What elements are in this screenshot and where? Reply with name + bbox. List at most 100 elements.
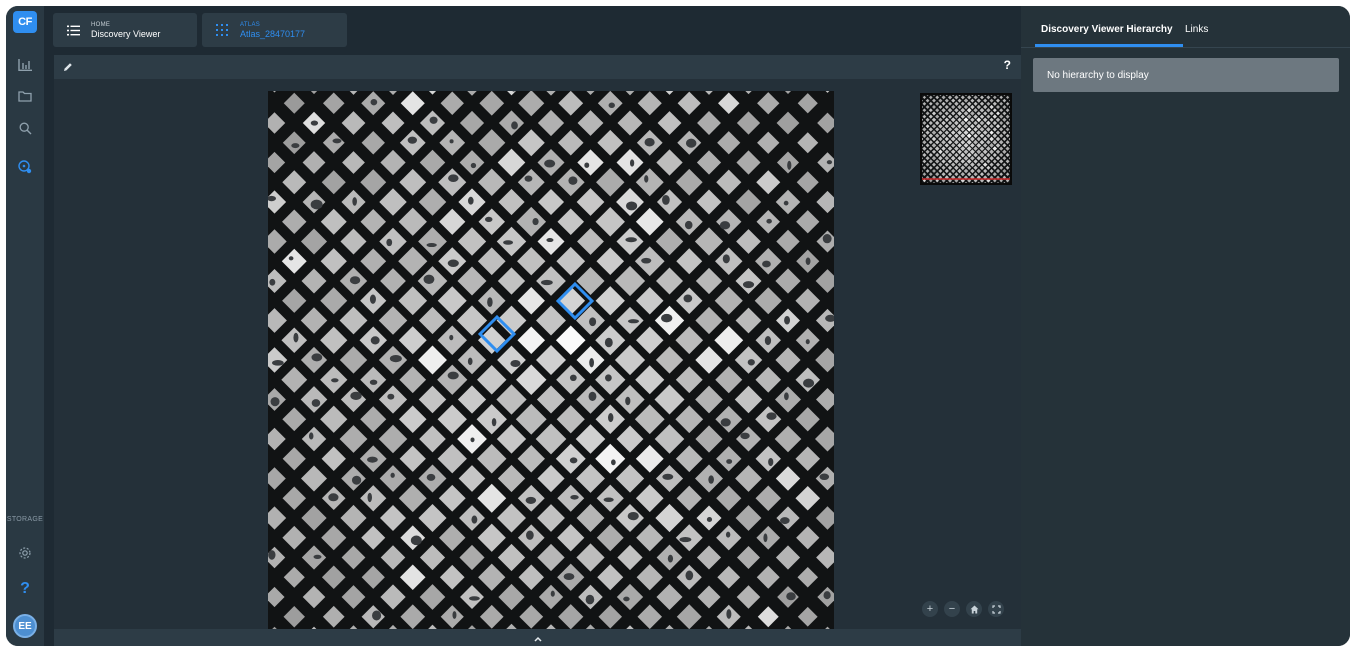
- grid-spot: [605, 374, 612, 382]
- grid-spot: [370, 98, 378, 106]
- grid-spot: [603, 497, 614, 502]
- grid-spot: [719, 221, 731, 230]
- zoom-in-button[interactable]: +: [922, 601, 938, 617]
- grid-spot: [268, 550, 276, 560]
- grid-spot: [426, 473, 436, 481]
- grid-spot: [503, 240, 514, 245]
- grid-spot: [532, 217, 539, 226]
- grid-spot: [511, 121, 518, 130]
- grid-spot: [823, 591, 831, 600]
- grid-spot: [629, 159, 635, 167]
- grid-spot: [726, 459, 733, 464]
- grid-spot: [350, 391, 362, 401]
- grid-spot: [627, 319, 640, 324]
- grid-spot: [491, 418, 497, 427]
- grid-spot: [468, 196, 474, 205]
- grid-spot: [766, 412, 777, 420]
- grid-spot: [570, 494, 579, 500]
- grid-spot: [684, 220, 693, 230]
- tab-atlas[interactable]: ATLAS Atlas_28470177: [202, 13, 347, 47]
- grid-spot: [387, 393, 395, 400]
- grid-spot: [331, 378, 339, 383]
- folder-icon[interactable]: [15, 86, 35, 106]
- grid-spot: [349, 276, 361, 285]
- chevron-up-icon[interactable]: [533, 629, 542, 647]
- grid-spot: [720, 418, 731, 427]
- search-icon[interactable]: [15, 118, 35, 138]
- avatar[interactable]: EE: [13, 614, 37, 638]
- app-logo[interactable]: CF: [13, 11, 37, 33]
- storage-label: STORAGE: [6, 516, 44, 523]
- grid-spot: [661, 313, 673, 323]
- grid-spot: [740, 432, 750, 440]
- grid-spot: [448, 174, 459, 182]
- right-panel: Discovery Viewer Hierarchy Links No hier…: [1021, 6, 1350, 646]
- grid-spot: [525, 496, 537, 504]
- bottom-drawer-bar[interactable]: [54, 629, 1021, 646]
- grid-spot: [526, 530, 534, 540]
- grid-spot: [569, 457, 578, 464]
- grid-spot: [786, 592, 796, 601]
- help-icon[interactable]: ?: [15, 579, 35, 599]
- grid-spot: [742, 281, 755, 289]
- grid-spot: [293, 332, 299, 343]
- tab-home[interactable]: HOME Discovery Viewer: [53, 13, 197, 47]
- grid-spot: [372, 610, 382, 621]
- tab-discovery-viewer-hierarchy[interactable]: Discovery Viewer Hierarchy: [1041, 24, 1173, 35]
- grid-spot: [662, 194, 670, 205]
- grid-spot: [722, 254, 730, 264]
- help-button[interactable]: ?: [1004, 58, 1011, 72]
- home-icon[interactable]: [966, 601, 982, 617]
- grid-spot: [390, 472, 395, 478]
- grid-spot: [708, 475, 714, 484]
- grid-spot: [641, 257, 652, 264]
- grid-spot: [783, 200, 789, 206]
- grid-spot: [588, 391, 597, 401]
- grid-spot: [822, 234, 832, 244]
- grid-spot: [644, 175, 649, 183]
- grid-spot: [604, 337, 613, 348]
- grid-spot: [410, 535, 422, 546]
- grid-spot: [685, 138, 697, 148]
- grid-spot: [764, 336, 772, 346]
- discovery-icon[interactable]: [15, 157, 35, 177]
- left-rail: CF STORAGE ? EE: [6, 6, 44, 646]
- grid-spot: [667, 554, 674, 563]
- grid-spot: [787, 160, 792, 170]
- gear-icon[interactable]: [15, 543, 35, 563]
- grid-spot: [805, 339, 810, 345]
- grid-spot: [805, 257, 811, 265]
- grid-spot: [626, 201, 638, 211]
- grid-spot: [726, 609, 732, 619]
- grid-spot: [369, 294, 376, 304]
- grid-spot: [706, 517, 713, 522]
- tab-title: Atlas_28470177: [240, 28, 306, 39]
- grid-spot: [449, 139, 454, 144]
- fullscreen-icon[interactable]: [988, 601, 1004, 617]
- grid-spot: [449, 334, 454, 341]
- zoom-out-button[interactable]: −: [944, 601, 960, 617]
- grid-spot: [768, 457, 774, 467]
- grid-spot: [569, 374, 577, 382]
- grid-spot: [780, 517, 790, 525]
- minimap[interactable]: [919, 92, 1013, 186]
- tab-links[interactable]: Links: [1185, 24, 1208, 35]
- grid-spot: [589, 358, 594, 368]
- grid-spot: [484, 216, 493, 222]
- grid-spot: [470, 162, 477, 169]
- list-icon: [59, 25, 87, 36]
- grid-spot: [471, 515, 478, 524]
- grid-spot: [584, 162, 590, 168]
- atlas-viewer[interactable]: + −: [54, 79, 1021, 629]
- atlas-image[interactable]: [268, 91, 834, 629]
- pencil-icon[interactable]: [62, 60, 76, 74]
- grid-spot: [546, 237, 554, 243]
- grid-spot: [452, 611, 457, 619]
- grid-spot: [367, 456, 378, 463]
- grid-spot: [367, 492, 373, 503]
- grid-spot: [510, 359, 521, 368]
- grid-spot: [369, 379, 378, 385]
- grid-spot: [291, 143, 300, 149]
- bar-chart-icon[interactable]: [15, 55, 35, 75]
- grid-spot: [679, 537, 692, 543]
